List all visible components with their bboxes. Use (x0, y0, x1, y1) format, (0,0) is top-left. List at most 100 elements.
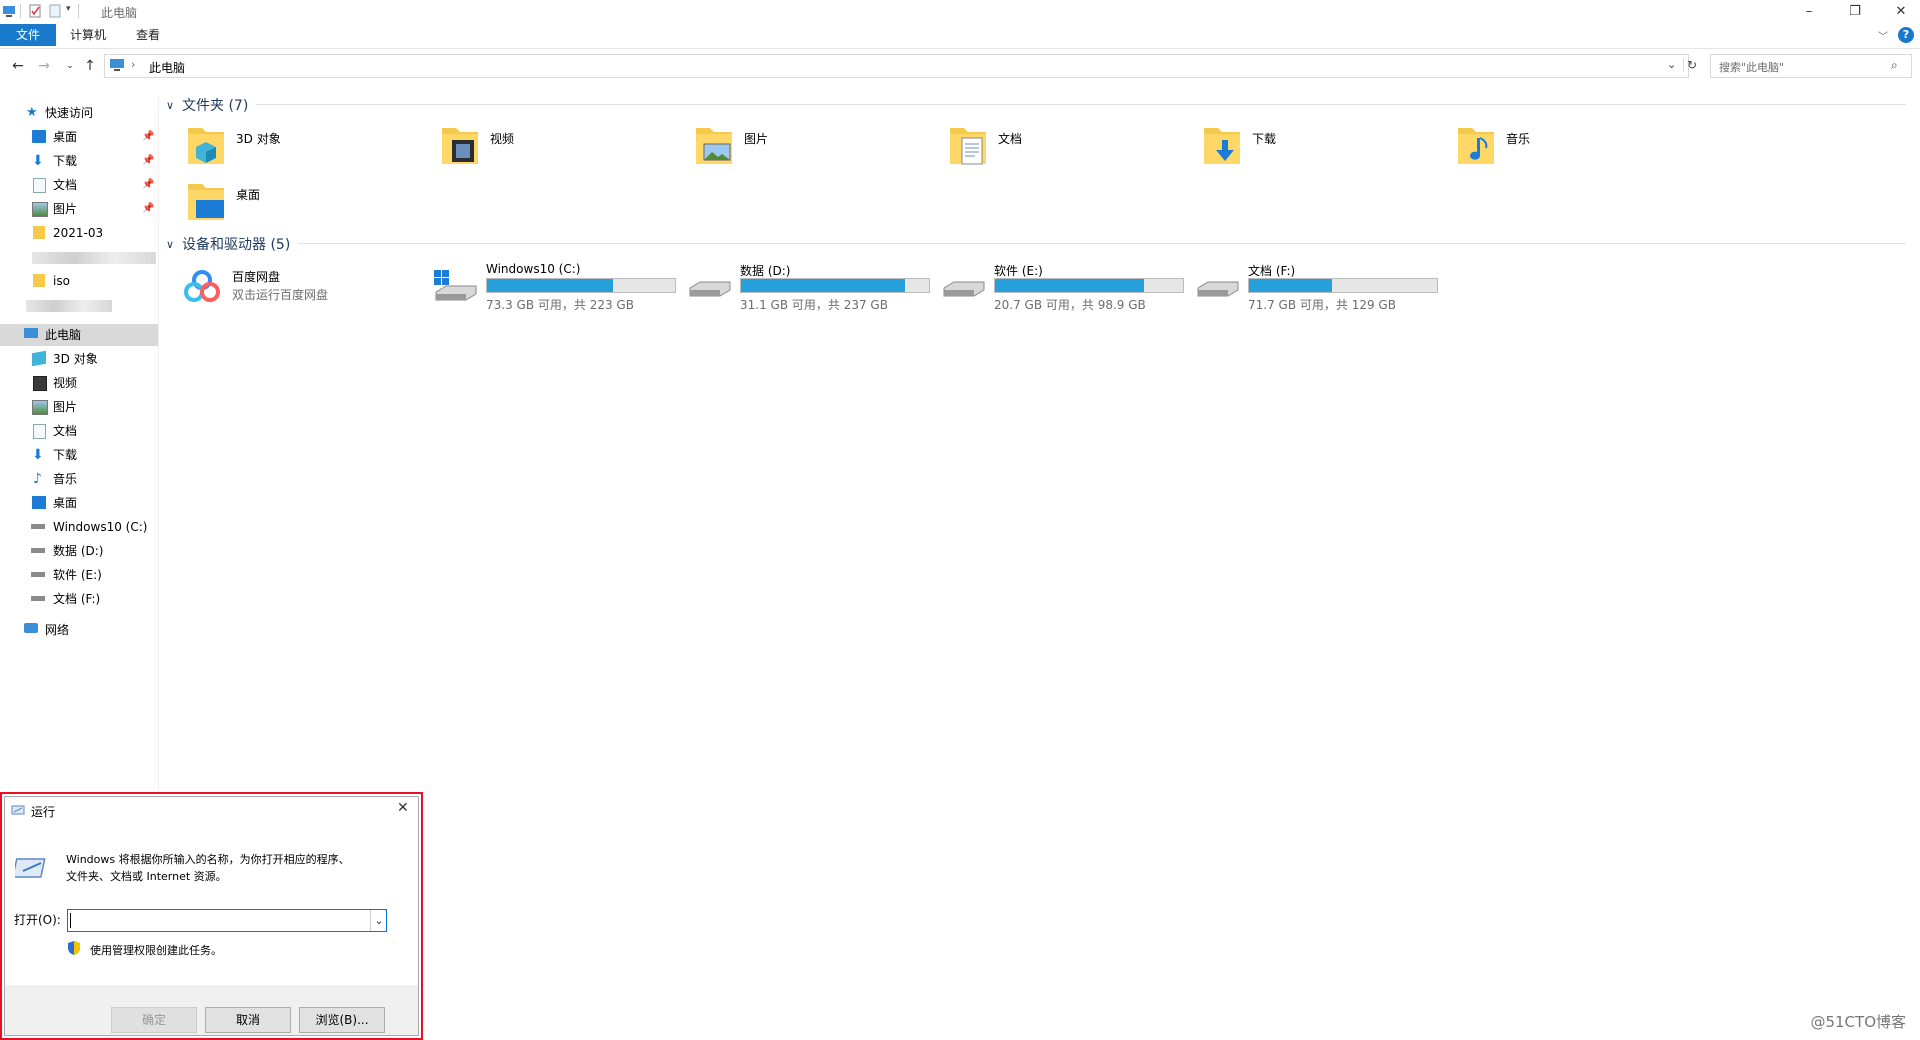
computer-icon (24, 328, 38, 338)
collapse-group-icon[interactable]: ∨ (166, 238, 174, 251)
drive-usage-fill (1249, 279, 1332, 292)
folder-label: 音乐 (1506, 132, 1531, 146)
collapse-group-icon[interactable]: ∨ (166, 99, 174, 112)
drive-c[interactable]: Windows10 (C:) 73.3 GB 可用，共 223 GB (434, 260, 684, 320)
sidebar-item-pictures[interactable]: 图片 📌 (0, 198, 158, 220)
sidebar-item-this-pc[interactable]: 此电脑 (0, 324, 158, 346)
sidebar-item-drive-e[interactable]: 软件 (E:) (0, 564, 158, 586)
folders-group-title[interactable]: 文件夹 (7) (182, 95, 248, 115)
expand-ribbon-icon[interactable]: ﹀ (1878, 28, 1892, 43)
download-icon: ⬇ (32, 447, 44, 463)
sidebar-item-downloads-pc[interactable]: ⬇ 下载 (0, 444, 158, 466)
folder-pictures[interactable]: 图片 (694, 124, 934, 180)
sidebar-item-label: 下载 (53, 448, 78, 462)
sidebar-item-2021-03[interactable]: 2021-03 (0, 222, 158, 244)
computer-icon (110, 59, 124, 71)
sidebar-item-label: 图片 (53, 202, 78, 216)
sidebar-item-drive-d[interactable]: 数据 (D:) (0, 540, 158, 562)
sidebar-item-downloads[interactable]: ⬇ 下载 📌 (0, 150, 158, 172)
properties-icon[interactable] (28, 4, 42, 18)
sidebar-item-desktop[interactable]: 桌面 📌 (0, 126, 158, 148)
drive-icon (31, 548, 45, 553)
drive-icon (943, 281, 985, 297)
minimize-button[interactable]: – (1786, 0, 1832, 22)
sidebar-item-pictures-pc[interactable]: 图片 (0, 396, 158, 418)
drive-usage-fill (487, 279, 613, 292)
search-input[interactable]: 搜索"此电脑" (1719, 59, 1784, 75)
restore-button[interactable]: ❐ (1832, 0, 1878, 22)
tab-file[interactable]: 文件 (0, 24, 56, 46)
recent-locations-icon[interactable]: ⌄ (60, 56, 80, 76)
folder-downloads[interactable]: 下载 (1202, 124, 1442, 180)
sidebar-item-label: Windows10 (C:) (53, 520, 148, 534)
sidebar-item-drive-c[interactable]: Windows10 (C:) (0, 516, 158, 538)
drive-free-text: 20.7 GB 可用，共 98.9 GB (994, 298, 1146, 312)
run-description-line1: Windows 将根据你所输入的名称，为你打开相应的程序、 (66, 853, 350, 866)
pictures-icon (32, 202, 48, 217)
new-folder-icon[interactable] (48, 4, 62, 18)
tab-view[interactable]: 查看 (120, 24, 176, 46)
search-icon[interactable]: ⌕ (1891, 58, 1898, 73)
forward-icon[interactable]: → (34, 56, 54, 76)
sidebar-item-label: iso (53, 274, 70, 288)
sidebar-item-documents-pc[interactable]: 文档 (0, 420, 158, 442)
folder-videos[interactable]: 视频 (440, 124, 680, 180)
document-icon (33, 424, 46, 439)
sidebar-item-documents[interactable]: 文档 📌 (0, 174, 158, 196)
blurred-item (32, 252, 156, 264)
help-icon[interactable]: ? (1898, 27, 1914, 43)
sidebar-item-label: 2021-03 (53, 226, 104, 240)
blurred-item (26, 300, 112, 312)
browse-button[interactable]: 浏览(B)... (299, 1007, 385, 1033)
up-icon[interactable]: ↑ (80, 56, 100, 76)
drive-usage-bar (740, 278, 930, 293)
dropdown-arrow-icon[interactable]: ⌄ (370, 910, 387, 931)
address-bar[interactable]: › 此电脑 ⌄ ↻ (104, 54, 1697, 78)
sidebar-item-videos[interactable]: 视频 (0, 372, 158, 394)
search-box[interactable]: 搜索"此电脑" ⌕ (1710, 54, 1912, 78)
drive-usage-fill (741, 279, 905, 292)
ok-button[interactable]: 确定 (111, 1007, 197, 1033)
drive-e[interactable]: 软件 (E:) 20.7 GB 可用，共 98.9 GB (942, 260, 1192, 320)
folder-music[interactable]: 音乐 (1456, 124, 1696, 180)
tab-computer[interactable]: 计算机 (56, 24, 120, 46)
back-icon[interactable]: ← (8, 56, 28, 76)
folder-3d-objects[interactable]: 3D 对象 (186, 124, 426, 180)
drive-icon (31, 572, 45, 577)
title-bar: ▾ 此电脑 – ❐ ✕ (0, 0, 1920, 22)
baidu-sub: 双击运行百度网盘 (232, 288, 329, 302)
cancel-button[interactable]: 取消 (205, 1007, 291, 1033)
sidebar-item-3d-objects[interactable]: 3D 对象 (0, 348, 158, 370)
folder-documents[interactable]: 文档 (948, 124, 1188, 180)
computer-icon (3, 6, 15, 17)
devices-group-title[interactable]: 设备和驱动器 (5) (182, 234, 290, 254)
sidebar-item-drive-f[interactable]: 文档 (F:) (0, 588, 158, 610)
sidebar-item-label: 此电脑 (45, 328, 82, 342)
close-button[interactable]: ✕ (1878, 0, 1920, 22)
close-icon[interactable]: ✕ (397, 800, 409, 816)
sidebar-item-label: 音乐 (53, 472, 78, 486)
breadcrumb[interactable]: 此电脑 (149, 59, 185, 76)
sidebar-item-network[interactable]: 网络 (0, 619, 158, 641)
drive-usage-fill (995, 279, 1144, 292)
sidebar-item-iso[interactable]: iso (0, 270, 158, 292)
sidebar-item-desktop-pc[interactable]: 桌面 (0, 492, 158, 514)
drive-d[interactable]: 数据 (D:) 31.1 GB 可用，共 237 GB (688, 260, 938, 320)
sidebar-item-label: 桌面 (53, 130, 78, 144)
sidebar-item-music[interactable]: ♪ 音乐 (0, 468, 158, 490)
refresh-icon[interactable]: ↻ (1683, 58, 1697, 72)
sidebar-item-quick-access[interactable]: ★ 快速访问 (0, 102, 158, 124)
star-icon: ★ (26, 105, 38, 120)
drive-f[interactable]: 文档 (F:) 71.7 GB 可用，共 129 GB (1196, 260, 1446, 320)
breadcrumb-chevron-icon[interactable]: › (131, 58, 135, 71)
baidu-netdisk[interactable]: 百度网盘 双击运行百度网盘 (182, 266, 382, 322)
desktop-icon (32, 496, 46, 509)
address-dropdown-icon[interactable]: ⌄ (1667, 58, 1676, 71)
baidu-label: 百度网盘 (232, 270, 281, 284)
open-combobox[interactable]: ⌄ (67, 909, 387, 932)
sidebar-item-label: 文档 (53, 424, 78, 438)
music-icon: ♪ (33, 471, 42, 487)
document-icon (33, 178, 46, 193)
folder-desktop[interactable]: 桌面 (186, 180, 426, 236)
folder-documents-icon (950, 128, 986, 165)
